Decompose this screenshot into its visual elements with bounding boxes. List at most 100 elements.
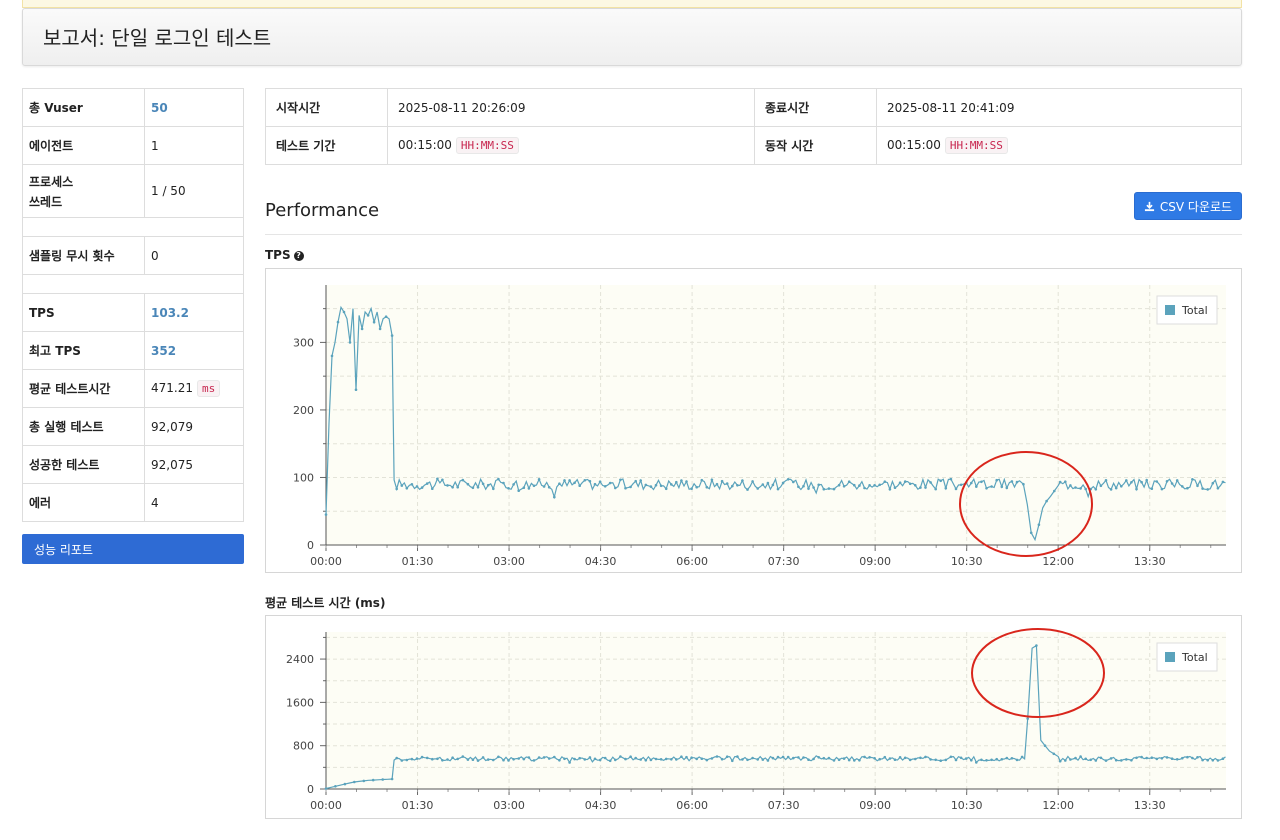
end-time-label: 종료시간 <box>754 88 877 127</box>
series-point <box>1094 488 1098 491</box>
series-point <box>741 479 744 482</box>
performance-heading: Performance <box>265 200 380 221</box>
series-point <box>583 758 587 761</box>
summary-row-errors: 에러 4 <box>22 483 244 522</box>
performance-report-button[interactable]: 성능 리포트 <box>22 534 244 564</box>
series-point <box>934 487 937 491</box>
end-time-value: 2025-08-11 20:41:09 <box>876 88 1242 127</box>
series-point <box>608 481 612 485</box>
series-point <box>410 757 414 761</box>
series-point <box>497 477 500 481</box>
series-point <box>527 756 531 759</box>
series-point <box>690 487 693 490</box>
series-point <box>751 480 754 483</box>
series-point <box>542 485 546 488</box>
series-point <box>639 479 642 482</box>
series-point <box>415 757 419 760</box>
x-tick-label: 01:30 <box>402 799 434 812</box>
series-point <box>1035 644 1038 647</box>
series-point <box>1125 479 1128 482</box>
series-point <box>1145 478 1148 482</box>
series-point <box>883 755 887 759</box>
test-duration-value: 00:15:00 <box>398 138 452 152</box>
tps-chart: 0 100 200 300 00:00 01:30 03:00 04:30 06:00 07:30… <box>293 285 1226 568</box>
series-point <box>343 782 347 786</box>
series-point <box>776 487 780 491</box>
series-point <box>492 758 495 762</box>
summary-row-process-thread: 프로세스 쓰레드 1 / 50 <box>22 164 244 218</box>
series-point <box>878 483 881 487</box>
series-point <box>715 755 719 758</box>
summary-row-peak-tps: 최고 TPS 352 <box>22 331 244 370</box>
series-point <box>507 759 510 762</box>
series-point <box>685 755 688 759</box>
series-point <box>1221 480 1225 484</box>
y-tick-label: 200 <box>293 404 314 417</box>
series-point <box>817 483 820 487</box>
series-point <box>858 759 861 762</box>
series-point <box>553 495 556 499</box>
series-point <box>919 756 922 760</box>
series-point <box>1181 485 1184 488</box>
series-point <box>415 485 419 488</box>
series-point <box>461 478 465 482</box>
series-point <box>975 761 978 764</box>
summary-row-ignore-sampling: 샘플링 무시 횟수 0 <box>22 236 244 275</box>
series-point <box>547 486 551 489</box>
series-point <box>812 757 815 761</box>
series-point <box>1120 759 1123 762</box>
series-point <box>1155 480 1159 483</box>
series-point <box>908 482 912 486</box>
series-point <box>486 758 490 761</box>
series-point <box>761 758 765 761</box>
series-point <box>822 756 826 760</box>
series-point <box>1058 480 1062 484</box>
series-point <box>614 486 617 490</box>
series-point <box>1074 756 1077 760</box>
series-point <box>898 481 902 484</box>
series-point <box>1109 757 1113 760</box>
series-point <box>1170 482 1174 485</box>
series-point <box>893 486 897 489</box>
series-point <box>1160 487 1164 491</box>
y-tick-label: 0 <box>307 539 314 552</box>
series-point <box>395 487 398 491</box>
run-time-label: 동작 시간 <box>754 126 877 165</box>
x-tick-label: 07:30 <box>768 555 800 568</box>
series-point <box>547 757 551 760</box>
series-point <box>578 484 581 487</box>
series-point <box>990 758 993 762</box>
question-circle-icon[interactable]: ? <box>293 251 304 261</box>
series-point <box>405 758 409 762</box>
series-point <box>888 488 892 491</box>
summary-value-vuser[interactable]: 50 <box>144 88 244 127</box>
series-point <box>366 314 370 317</box>
series-point <box>680 755 683 758</box>
series-point <box>766 481 770 485</box>
series-point <box>685 480 688 483</box>
series-point <box>954 758 958 762</box>
series-point <box>1079 487 1082 490</box>
series-point <box>842 485 846 488</box>
series-point <box>1010 757 1014 760</box>
series-point <box>1069 484 1072 487</box>
x-tick-label: 04:30 <box>585 555 617 568</box>
series-point <box>954 487 958 491</box>
series-point <box>481 482 485 486</box>
x-tick-label: 00:00 <box>310 799 342 812</box>
series-point <box>781 481 785 485</box>
series-point <box>1094 759 1098 762</box>
series-point <box>1175 758 1179 761</box>
y-tick-label: 0 <box>307 783 314 796</box>
series-point <box>372 320 376 324</box>
series-point <box>608 759 612 763</box>
series-point <box>644 759 648 762</box>
legend-label: Total <box>1181 304 1208 317</box>
series-point <box>1015 480 1019 484</box>
series-point <box>720 757 724 761</box>
series-point <box>939 479 942 483</box>
series-point <box>985 487 988 490</box>
series-point <box>517 757 520 760</box>
csv-download-button[interactable]: CSV 다운로드 <box>1134 192 1242 220</box>
series-point <box>776 755 780 759</box>
